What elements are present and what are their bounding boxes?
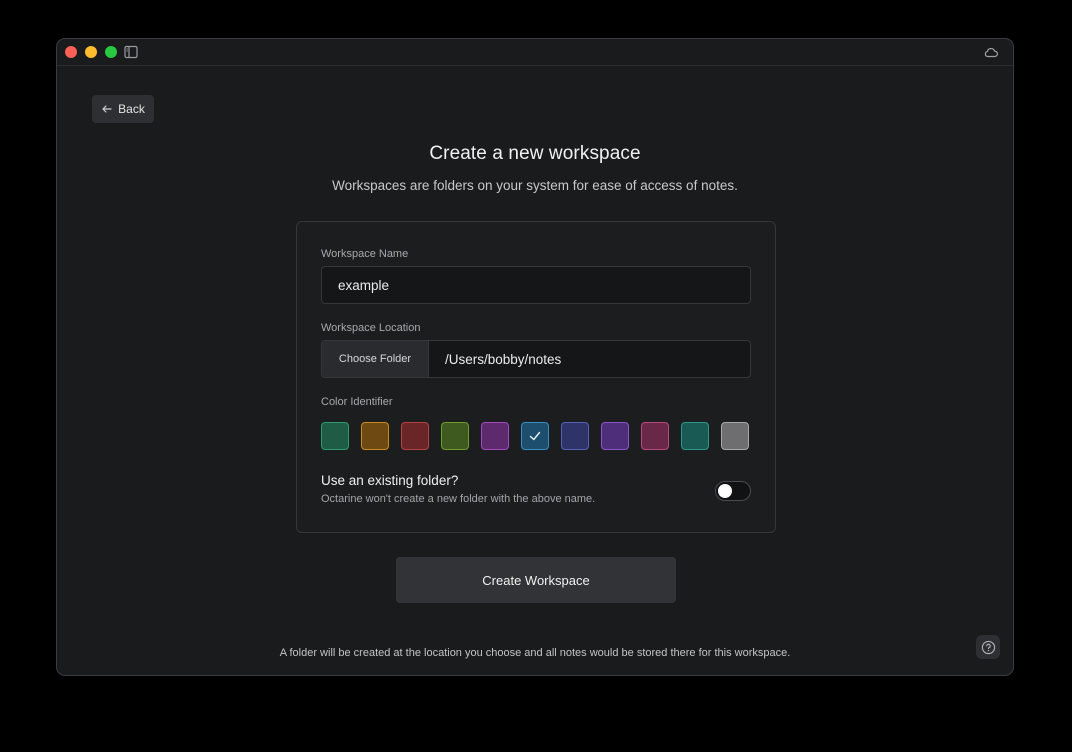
create-workspace-button[interactable]: Create Workspace [396, 557, 676, 603]
choose-folder-button[interactable]: Choose Folder [322, 341, 429, 377]
sidebar-toggle-icon[interactable] [124, 45, 138, 59]
color-identifier-label: Color Identifier [321, 396, 393, 408]
back-button[interactable]: Back [92, 95, 154, 123]
workspace-location-label: Workspace Location [321, 322, 420, 334]
toggle-knob [718, 484, 732, 498]
color-swatch[interactable] [481, 422, 509, 450]
cloud-icon[interactable] [983, 45, 999, 59]
page-subtitle: Workspaces are folders on your system fo… [57, 178, 1013, 193]
color-swatch[interactable] [601, 422, 629, 450]
back-button-label: Back [118, 102, 145, 116]
color-swatch[interactable] [441, 422, 469, 450]
maximize-window-button[interactable] [105, 46, 117, 58]
minimize-window-button[interactable] [85, 46, 97, 58]
workspace-form-card: Workspace Name example Workspace Locatio… [296, 221, 776, 533]
help-icon [981, 640, 996, 655]
color-swatch[interactable] [361, 422, 389, 450]
workspace-location-field: Choose Folder /Users/bobby/notes [321, 340, 751, 378]
arrow-left-icon [101, 103, 113, 115]
color-swatch[interactable] [641, 422, 669, 450]
checkmark-icon [528, 429, 542, 443]
color-swatch[interactable] [401, 422, 429, 450]
help-button[interactable] [976, 635, 1000, 659]
app-window: Back Create a new workspace Workspaces a… [56, 38, 1014, 676]
existing-folder-description: Octarine won't create a new folder with … [321, 493, 595, 505]
color-swatch[interactable] [721, 422, 749, 450]
existing-folder-toggle[interactable] [715, 481, 751, 501]
workspace-location-path[interactable]: /Users/bobby/notes [429, 341, 750, 377]
color-swatch[interactable] [321, 422, 349, 450]
existing-folder-title: Use an existing folder? [321, 473, 458, 488]
color-swatch-group [321, 422, 749, 450]
color-swatch[interactable] [521, 422, 549, 450]
color-swatch[interactable] [561, 422, 589, 450]
page-title: Create a new workspace [57, 143, 1013, 165]
close-window-button[interactable] [65, 46, 77, 58]
color-swatch[interactable] [681, 422, 709, 450]
workspace-name-input[interactable]: example [321, 266, 751, 304]
title-bar [57, 39, 1013, 66]
workspace-name-label: Workspace Name [321, 248, 408, 260]
footer-note: A folder will be created at the location… [57, 647, 1013, 659]
